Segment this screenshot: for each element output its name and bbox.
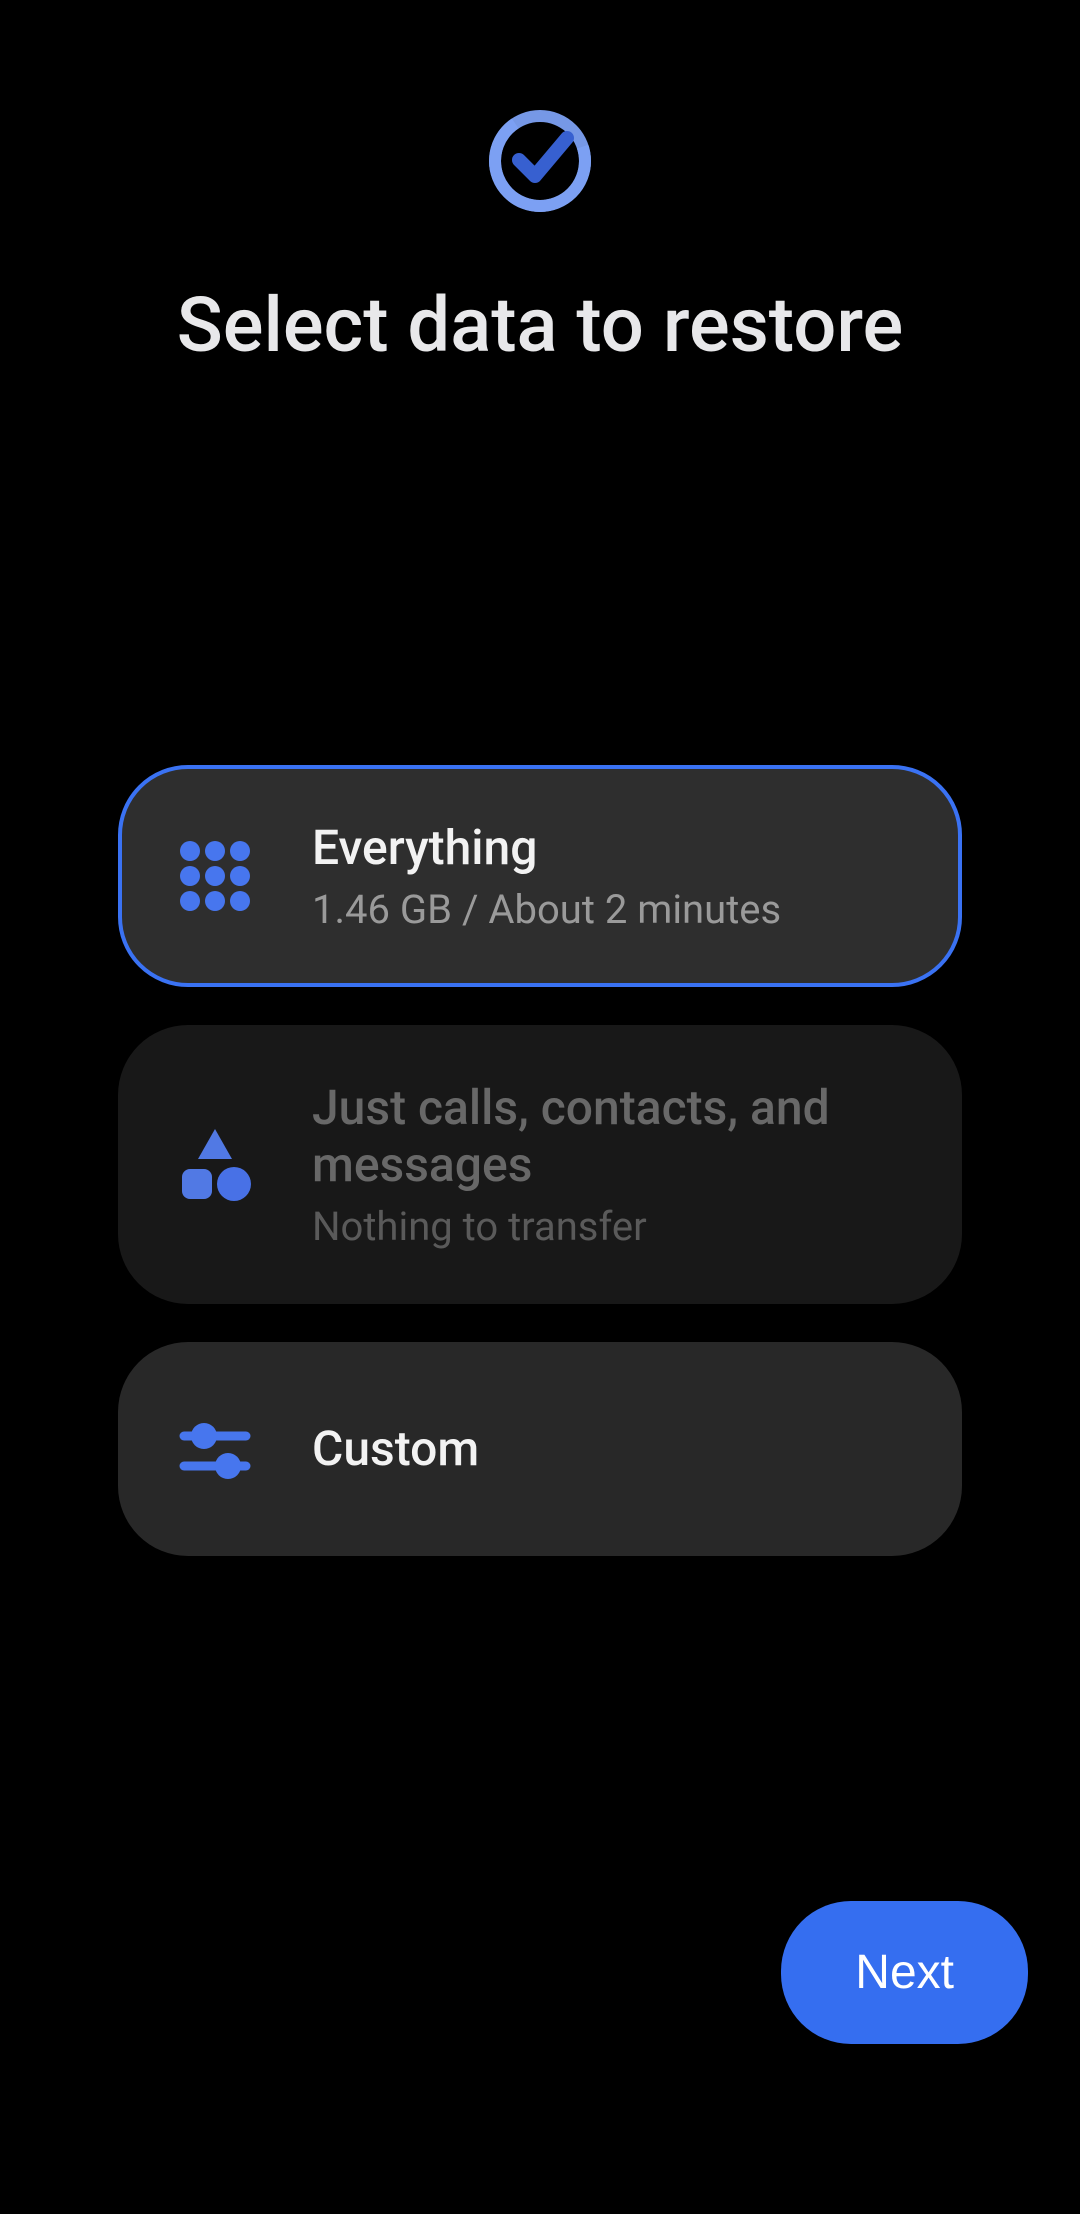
next-button[interactable]: Next	[781, 1901, 1028, 2044]
checkmark-circle-icon	[489, 110, 591, 216]
shapes-icon	[174, 1123, 256, 1205]
option-subtitle: 1.46 GB / About 2 minutes	[312, 886, 906, 933]
option-title: Everything	[312, 819, 906, 876]
option-subtitle: Nothing to transfer	[312, 1203, 906, 1250]
page-title: Select data to restore	[0, 276, 1080, 375]
option-custom[interactable]: Custom	[118, 1342, 962, 1556]
sliders-icon	[174, 1408, 256, 1490]
option-title: Custom	[312, 1420, 906, 1477]
option-everything[interactable]: Everything 1.46 GB / About 2 minutes	[118, 765, 962, 987]
option-calls-contacts-messages: Just calls, contacts, and messages Nothi…	[118, 1025, 962, 1304]
option-title: Just calls, contacts, and messages	[312, 1079, 906, 1193]
grid-icon	[174, 835, 256, 917]
